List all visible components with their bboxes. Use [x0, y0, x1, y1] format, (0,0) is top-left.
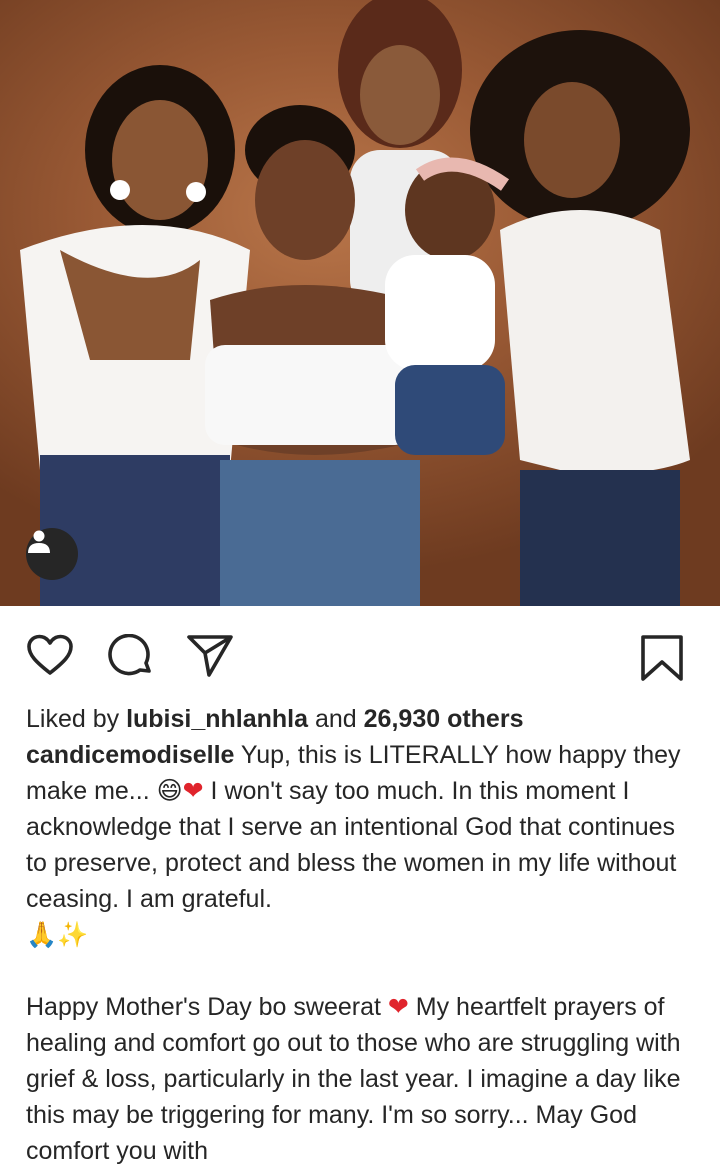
photo-illustration: [20, 0, 690, 606]
comment-icon: [108, 633, 151, 676]
post-caption: Liked by lubisi_nhlanhla and 26,930 othe…: [0, 701, 720, 1169]
likes-middle: and: [308, 705, 364, 733]
liker-username-link[interactable]: lubisi_nhlanhla: [126, 705, 308, 733]
heart-emoji: ❤: [387, 992, 409, 1021]
caption-paragraph-2: Happy Mother's Day bo sweerat ❤ My heart…: [26, 989, 694, 1169]
author-username-link[interactable]: candicemodiselle: [26, 741, 234, 769]
likes-count-link[interactable]: 26,930 others: [364, 705, 524, 733]
post-photo[interactable]: [0, 0, 720, 606]
heart-outline-icon: [27, 634, 73, 675]
pray-sparkles-emoji: 🙏✨: [26, 920, 89, 949]
comment-button[interactable]: [108, 633, 154, 683]
heart-emoji: ❤: [182, 776, 204, 805]
likes-prefix: Liked by: [26, 705, 127, 733]
person-icon: [28, 530, 50, 553]
send-icon: [187, 635, 233, 677]
caption-text: Happy Mother's Day bo sweerat: [26, 993, 388, 1021]
caption-paragraph-1: candicemodiselle Yup, this is LITERALLY …: [26, 737, 694, 953]
likes-line: Liked by lubisi_nhlanhla and 26,930 othe…: [26, 701, 694, 737]
post-actions-bar: [0, 606, 720, 701]
bookmark-icon: [641, 635, 683, 681]
like-button[interactable]: [26, 634, 74, 681]
grin-emoji: 😄: [156, 776, 183, 805]
share-button[interactable]: [186, 634, 234, 683]
tagged-users-button[interactable]: [26, 528, 78, 580]
save-button[interactable]: [640, 634, 684, 687]
